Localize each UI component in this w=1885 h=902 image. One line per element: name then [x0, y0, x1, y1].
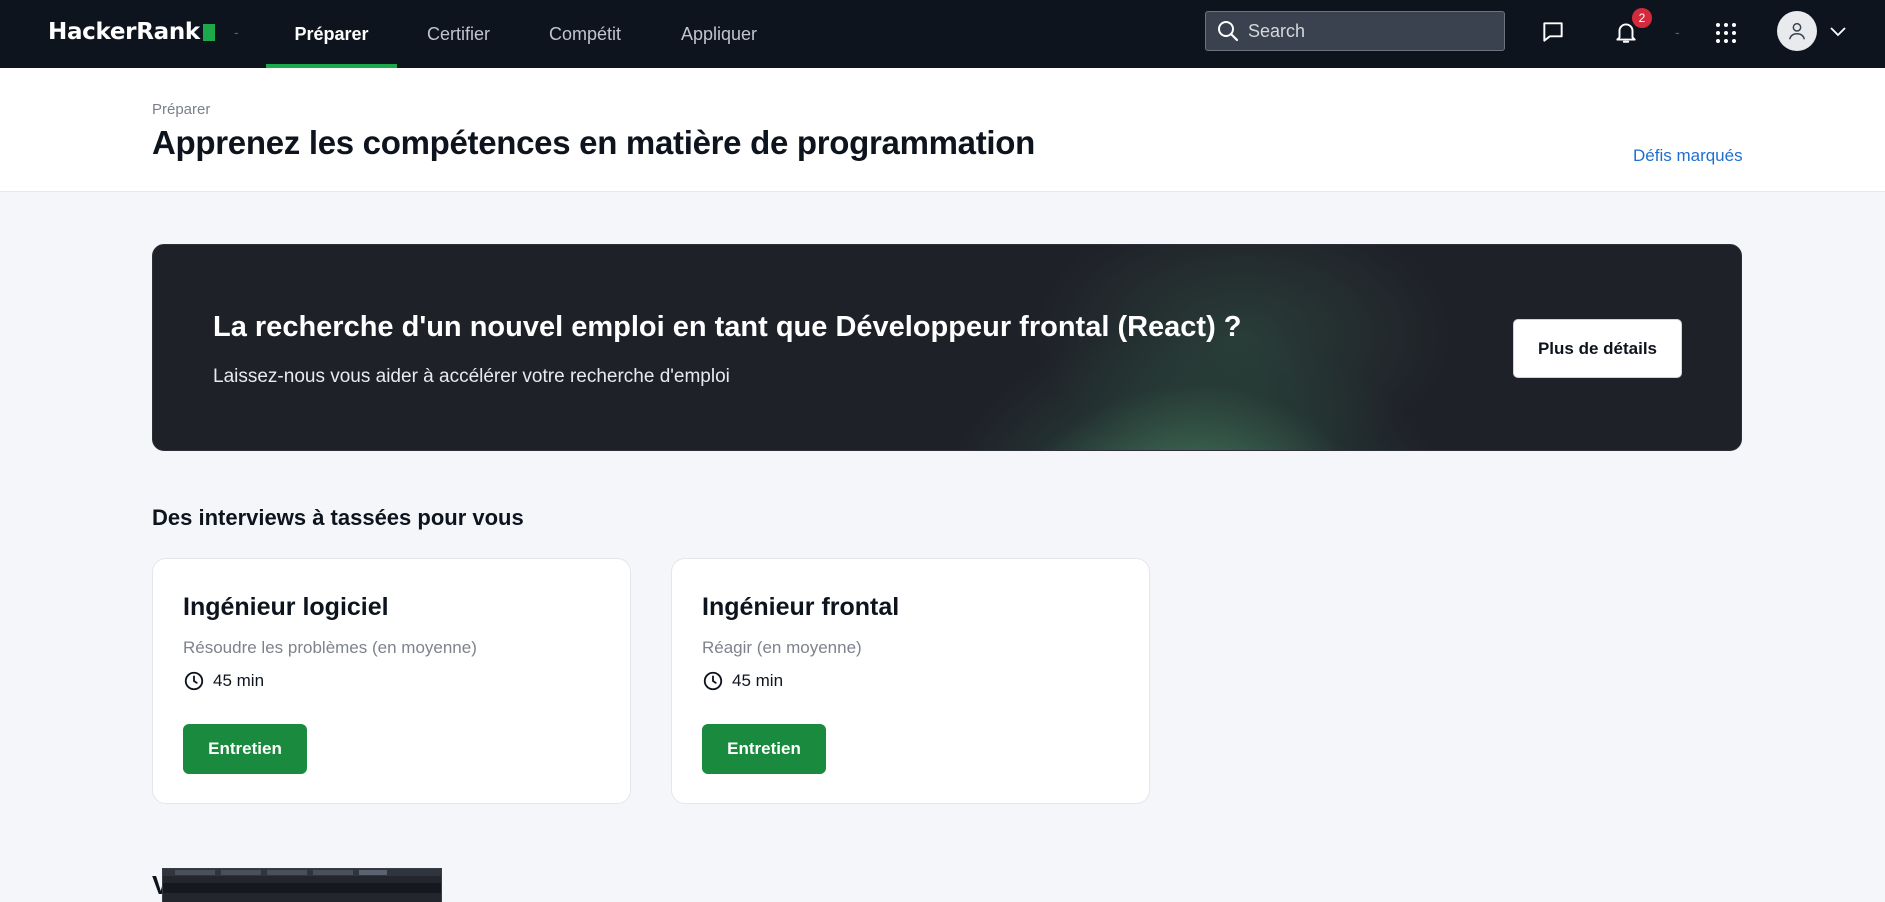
card-title: Ingénieur frontal [702, 593, 900, 621]
hackerrank-logo[interactable]: HackerRank [48, 19, 215, 45]
duration-text: 45 min [213, 671, 265, 690]
start-interview-button[interactable]: Entretien [702, 724, 826, 774]
nav-separator: - [234, 24, 239, 40]
notification-count-badge: 2 [1632, 8, 1652, 28]
nav-separator-2: - [1675, 24, 1680, 40]
card-duration: 45 min [702, 670, 783, 692]
defis-marques-link[interactable]: Défis marqués [1633, 146, 1743, 166]
card-duration: 45 min [183, 670, 264, 692]
nav-tab-appliquer[interactable]: Appliquer [681, 0, 757, 68]
interview-card-frontend-engineer[interactable]: Ingénieur frontal Réagir (en moyenne) 45… [671, 558, 1150, 804]
job-search-banner: La recherche d'un nouvel emploi en tant … [152, 244, 1742, 451]
nav-tab-certifier[interactable]: Certifier [427, 0, 490, 68]
logo-text: HackerRank [48, 19, 200, 45]
more-details-button[interactable]: Plus de détails [1513, 319, 1682, 378]
search-input[interactable] [1248, 20, 1488, 42]
interview-card-software-engineer[interactable]: Ingénieur logiciel Résoudre les problème… [152, 558, 631, 804]
user-icon [1788, 22, 1806, 40]
top-navigation: HackerRank - Préparer Certifier Compétit… [0, 0, 1885, 68]
user-avatar[interactable] [1777, 11, 1817, 51]
breadcrumb[interactable]: Préparer [152, 101, 210, 118]
start-interview-button[interactable]: Entretien [183, 724, 307, 774]
chevron-down-icon[interactable] [1827, 22, 1849, 42]
duration-text: 45 min [732, 671, 784, 690]
search-box[interactable] [1205, 11, 1505, 51]
banner-title: La recherche d'un nouvel emploi en tant … [213, 311, 1242, 343]
banner-subtitle: Laissez-nous vous aider à accélérer votr… [213, 366, 730, 387]
nav-tab-competit[interactable]: Compétit [549, 0, 621, 68]
next-section-preview: V [152, 868, 444, 902]
card-subtitle: Résoudre les problèmes (en moyenne) [183, 638, 477, 657]
card-title: Ingénieur logiciel [183, 593, 389, 621]
logo-mark-icon [202, 23, 215, 41]
card-subtitle: Réagir (en moyenne) [702, 638, 862, 657]
apps-grid-icon[interactable] [1713, 20, 1739, 46]
screenshot-thumbnail [162, 868, 442, 902]
interviews-section-title: Des interviews à tassées pour vous [152, 505, 524, 530]
clock-icon [184, 671, 204, 691]
search-icon [1216, 19, 1240, 43]
page-title: Apprenez les compétences en matière de p… [152, 124, 1036, 161]
clock-icon [703, 671, 723, 691]
messages-icon[interactable] [1539, 18, 1567, 46]
nav-tab-preparer[interactable]: Préparer [266, 0, 397, 68]
